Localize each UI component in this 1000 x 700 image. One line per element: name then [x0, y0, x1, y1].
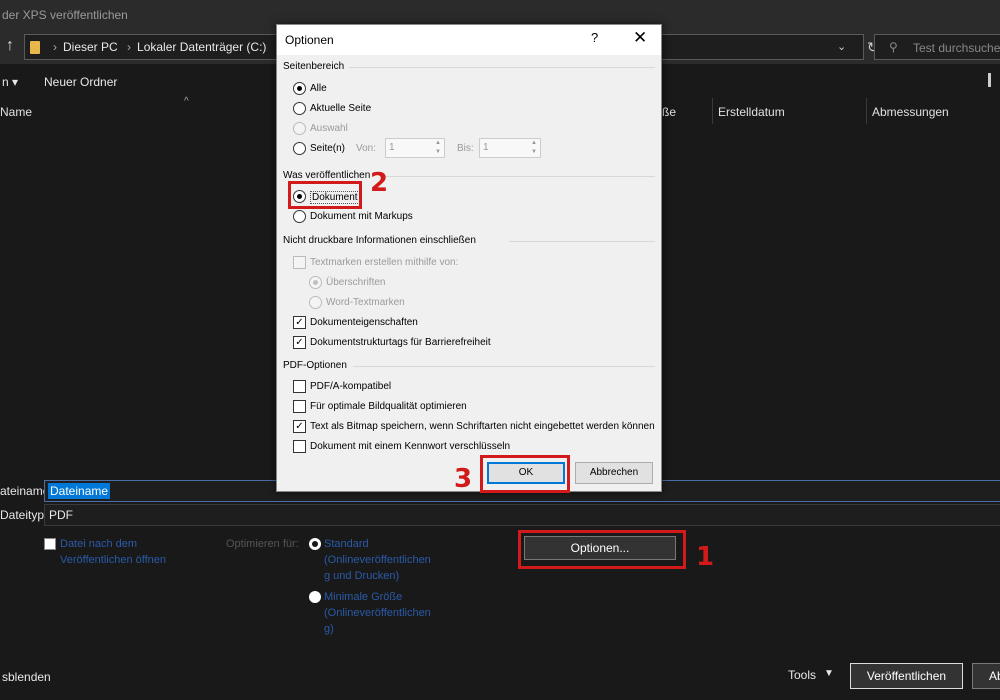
checkbox-encrypt[interactable] — [293, 440, 306, 453]
radio-document-markup-label: Dokument mit Markups — [310, 211, 413, 222]
from-value: 1 — [389, 142, 395, 153]
from-spinner[interactable]: 1 ▲ ▼ — [385, 138, 445, 158]
standard-label-2: (Onlineveröffentlichen — [324, 554, 431, 566]
radio-pages[interactable] — [293, 142, 306, 155]
checkbox-pdfa[interactable] — [293, 380, 306, 393]
radio-pages-label: Seite(n) — [310, 143, 346, 154]
annotation-number-2: 2 — [370, 168, 389, 198]
up-arrow-icon[interactable]: ↑ — [6, 37, 14, 55]
filename-value: Dateiname — [48, 483, 111, 499]
section-heading-page-range: Seitenbereich — [283, 61, 345, 72]
options-dialog: Optionen ? ✕ Seitenbereich Alle Aktuelle… — [276, 24, 662, 492]
filetype-select[interactable]: PDF — [44, 504, 1000, 526]
radio-headings-label: Überschriften — [326, 277, 386, 288]
radio-selection-label: Auswahl — [310, 123, 348, 134]
section-divider — [381, 176, 655, 177]
annotation-number-3: 3 — [454, 464, 473, 494]
checkbox-document-properties-label: Dokumenteigenschaften — [310, 317, 418, 328]
column-divider[interactable] — [712, 98, 713, 124]
minimum-label-2: (Onlineveröffentlichen — [324, 607, 431, 619]
filetype-label: Dateityp: — [0, 508, 48, 522]
to-label: Bis: — [457, 143, 474, 154]
highlight-box-2 — [288, 181, 362, 209]
organize-button[interactable]: n ▾ — [2, 75, 18, 89]
annotation-number-1: 1 — [696, 542, 715, 572]
optimize-standard-radio[interactable] — [309, 538, 321, 550]
chevron-right-icon: › — [127, 40, 132, 54]
standard-label-3: g und Drucken) — [324, 570, 400, 582]
standard-label-1: Standard — [324, 538, 369, 550]
minimum-label-3: g) — [324, 623, 334, 635]
spin-down-icon[interactable]: ▼ — [432, 148, 444, 157]
chevron-right-icon: › — [53, 40, 57, 54]
radio-selection[interactable] — [293, 122, 306, 135]
checkbox-document-properties[interactable]: ✓ — [293, 316, 306, 329]
checkbox-bitmap-text[interactable]: ✓ — [293, 420, 306, 433]
view-options-icon[interactable] — [988, 73, 998, 87]
cancel-button[interactable]: Ab — [972, 663, 1000, 689]
open-after-label-2: Veröffentlichen öffnen — [60, 554, 167, 566]
publish-button[interactable]: Veröffentlichen — [850, 663, 963, 689]
section-heading-pdf: PDF-Optionen — [283, 360, 347, 371]
highlight-box-1 — [518, 530, 686, 569]
section-divider — [353, 366, 655, 367]
spin-down-icon[interactable]: ▼ — [528, 148, 540, 157]
spin-up-icon[interactable]: ▲ — [432, 139, 444, 148]
radio-document-markup[interactable] — [293, 210, 306, 223]
sort-up-icon: ^ — [184, 96, 189, 107]
radio-all-label: Alle — [310, 83, 327, 94]
radio-current-page-label: Aktuelle Seite — [310, 103, 372, 114]
section-heading-non-print: Nicht druckbare Informationen einschließ… — [283, 235, 476, 246]
search-icon: ⚲ — [889, 40, 898, 54]
breadcrumb-item-local-disk[interactable]: Lokaler Datenträger (C:) — [137, 40, 266, 54]
checkbox-bitmap-text-label: Text als Bitmap speichern, wenn Schrifta… — [310, 421, 655, 432]
section-divider — [509, 241, 655, 242]
dialog-title-bar: Optionen ? ✕ — [277, 25, 661, 55]
to-spinner[interactable]: 1 ▲ ▼ — [479, 138, 541, 158]
checkbox-create-bookmarks-label: Textmarken erstellen mithilfe von: — [310, 257, 459, 268]
optimize-label: Optimieren für: — [226, 538, 299, 550]
open-after-publish-checkbox[interactable] — [44, 538, 56, 550]
section-heading-publish-what: Was veröffentlichen — [283, 170, 371, 181]
tools-button[interactable]: Tools — [788, 668, 816, 682]
folder-icon — [30, 41, 40, 54]
column-header-created[interactable]: Erstelldatum — [718, 98, 785, 126]
section-divider — [349, 67, 655, 68]
open-after-label-1: Datei nach dem — [60, 538, 138, 550]
column-header-dimensions[interactable]: Abmessungen — [872, 98, 949, 126]
help-icon[interactable]: ? — [591, 30, 598, 45]
close-icon[interactable]: ✕ — [633, 28, 647, 48]
checkbox-create-bookmarks[interactable] — [293, 256, 306, 269]
to-value: 1 — [483, 142, 489, 153]
checkbox-pdfa-label: PDF/A-kompatibel — [310, 381, 392, 392]
from-label: Von: — [356, 143, 377, 154]
radio-all[interactable] — [293, 82, 306, 95]
hide-folders-button[interactable]: sblenden — [2, 670, 51, 684]
radio-word-bookmarks[interactable] — [309, 296, 322, 309]
dialog-cancel-button[interactable]: Abbrechen — [575, 462, 653, 484]
checkbox-structure-tags-label: Dokumentstrukturtags für Barrierefreihei… — [310, 337, 491, 348]
radio-headings[interactable] — [309, 276, 322, 289]
chevron-down-icon[interactable]: ⌄ — [837, 40, 846, 53]
spin-up-icon[interactable]: ▲ — [528, 139, 540, 148]
breadcrumb-item-this-pc[interactable]: Dieser PC — [63, 40, 118, 54]
radio-word-bookmarks-label: Word-Textmarken — [326, 297, 405, 308]
chevron-down-icon[interactable]: ▼ — [824, 668, 834, 679]
highlight-box-3 — [480, 455, 570, 493]
column-divider[interactable] — [866, 98, 867, 124]
search-input[interactable]: ⚲ Test durchsuchen — [874, 34, 1000, 60]
breadcrumb: ›Dieser PC ›Lokaler Datenträger (C:) ›B — [47, 40, 294, 54]
checkbox-image-quality[interactable] — [293, 400, 306, 413]
column-header-size[interactable]: ße — [662, 98, 676, 126]
new-folder-button[interactable]: Neuer Ordner — [44, 75, 117, 89]
column-header-name[interactable]: Name — [0, 98, 32, 126]
search-placeholder: Test durchsuchen — [913, 41, 1000, 55]
checkbox-image-quality-label: Für optimale Bildqualität optimieren — [310, 401, 467, 412]
minimum-label-1: Minimale Größe — [324, 591, 403, 603]
checkbox-encrypt-label: Dokument mit einem Kennwort verschlüssel… — [310, 441, 511, 452]
optimize-minimum-radio[interactable] — [309, 591, 321, 603]
dialog-title: Optionen — [285, 33, 334, 47]
radio-current-page[interactable] — [293, 102, 306, 115]
checkbox-structure-tags[interactable]: ✓ — [293, 336, 306, 349]
